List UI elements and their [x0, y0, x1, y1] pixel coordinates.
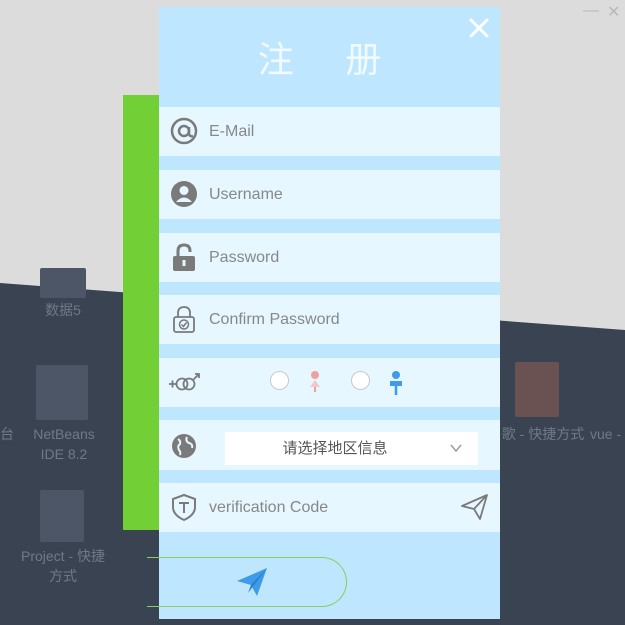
confirm-password-row [159, 295, 500, 344]
desktop-icon-label: 台 [0, 426, 14, 442]
username-row [159, 170, 500, 219]
chevron-down-icon [450, 444, 462, 453]
region-row: 请选择地区信息 [159, 420, 500, 470]
verification-code-field[interactable] [209, 483, 439, 532]
region-select[interactable]: 请选择地区信息 [225, 432, 478, 465]
lock-check-icon [173, 306, 195, 333]
gender-icon [169, 373, 200, 391]
minimize-button[interactable]: — [583, 2, 599, 20]
register-panel: 注 册 E-Mail Username 请选择地区信息 verification… [147, 7, 500, 619]
user-icon [171, 181, 197, 207]
email-row [159, 107, 500, 156]
lock-icon [173, 243, 195, 271]
desktop-icon-label: NetBeans IDE 8.2 [33, 426, 95, 462]
male-radio[interactable] [351, 371, 370, 390]
at-icon [170, 117, 198, 145]
username-field[interactable] [209, 170, 459, 219]
background-window-edge [123, 95, 163, 530]
female-icon [310, 371, 320, 392]
desktop-icon-label: 数据5 [45, 302, 81, 318]
window-close-button[interactable]: ✕ [607, 2, 620, 22]
desktop-icon-label: 歌 - 快捷方式 [501, 426, 585, 442]
desktop-icon[interactable] [40, 490, 84, 542]
desktop-icon-label: Project - 快捷方式 [20, 548, 105, 584]
region-select-label: 请选择地区信息 [282, 439, 388, 457]
globe-icon [172, 434, 196, 458]
gender-row [159, 358, 500, 407]
female-radio[interactable] [270, 371, 289, 390]
email-field[interactable] [209, 107, 459, 156]
close-icon[interactable] [466, 15, 492, 41]
desktop-icon[interactable] [36, 365, 88, 420]
paper-plane-icon [237, 568, 267, 596]
password-field[interactable] [209, 233, 459, 282]
shield-icon [172, 493, 196, 521]
send-code-icon[interactable] [460, 493, 490, 521]
password-row [159, 233, 500, 282]
submit-button[interactable] [147, 557, 347, 607]
male-icon [390, 371, 402, 395]
confirm-password-field[interactable] [209, 295, 459, 344]
desktop-icon[interactable] [40, 268, 86, 298]
page-title: 注 册 [257, 40, 402, 81]
desktop-icon[interactable] [515, 362, 559, 417]
desktop-icon-label: vue - [590, 426, 622, 442]
verification-row [159, 483, 500, 532]
